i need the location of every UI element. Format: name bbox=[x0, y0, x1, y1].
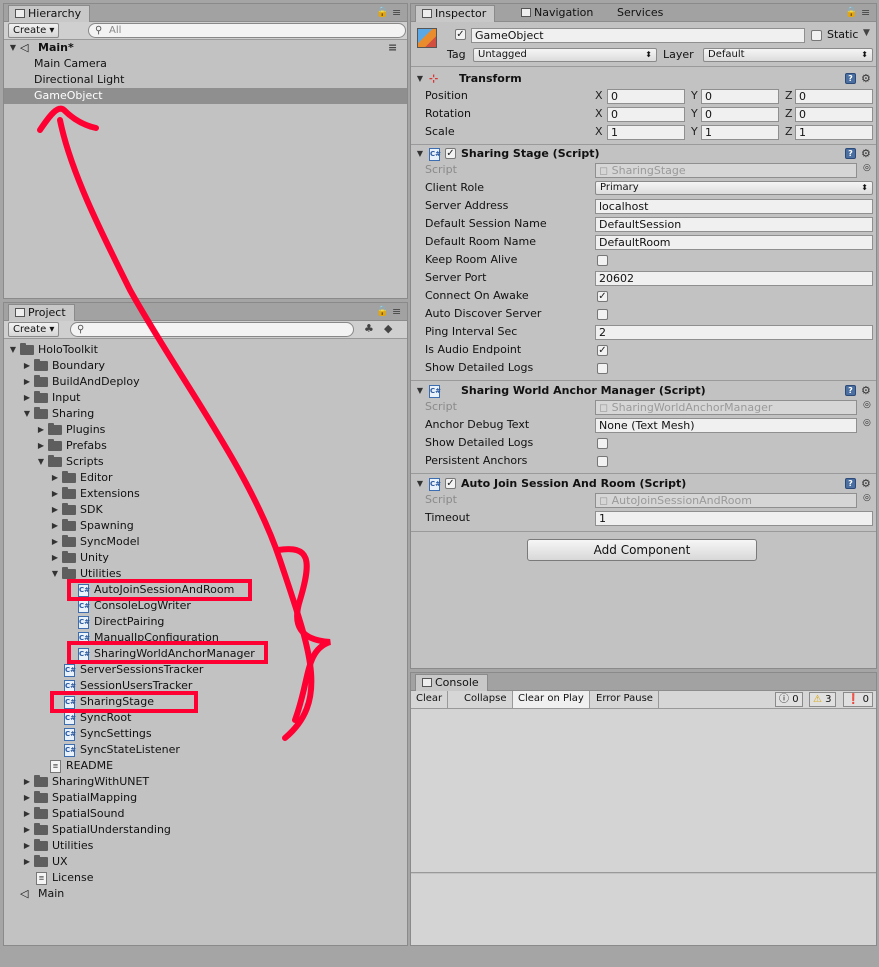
annotation-arrowhead bbox=[37, 105, 99, 133]
annotation-arrow bbox=[37, 105, 332, 741]
annotation-curve bbox=[57, 117, 315, 741]
